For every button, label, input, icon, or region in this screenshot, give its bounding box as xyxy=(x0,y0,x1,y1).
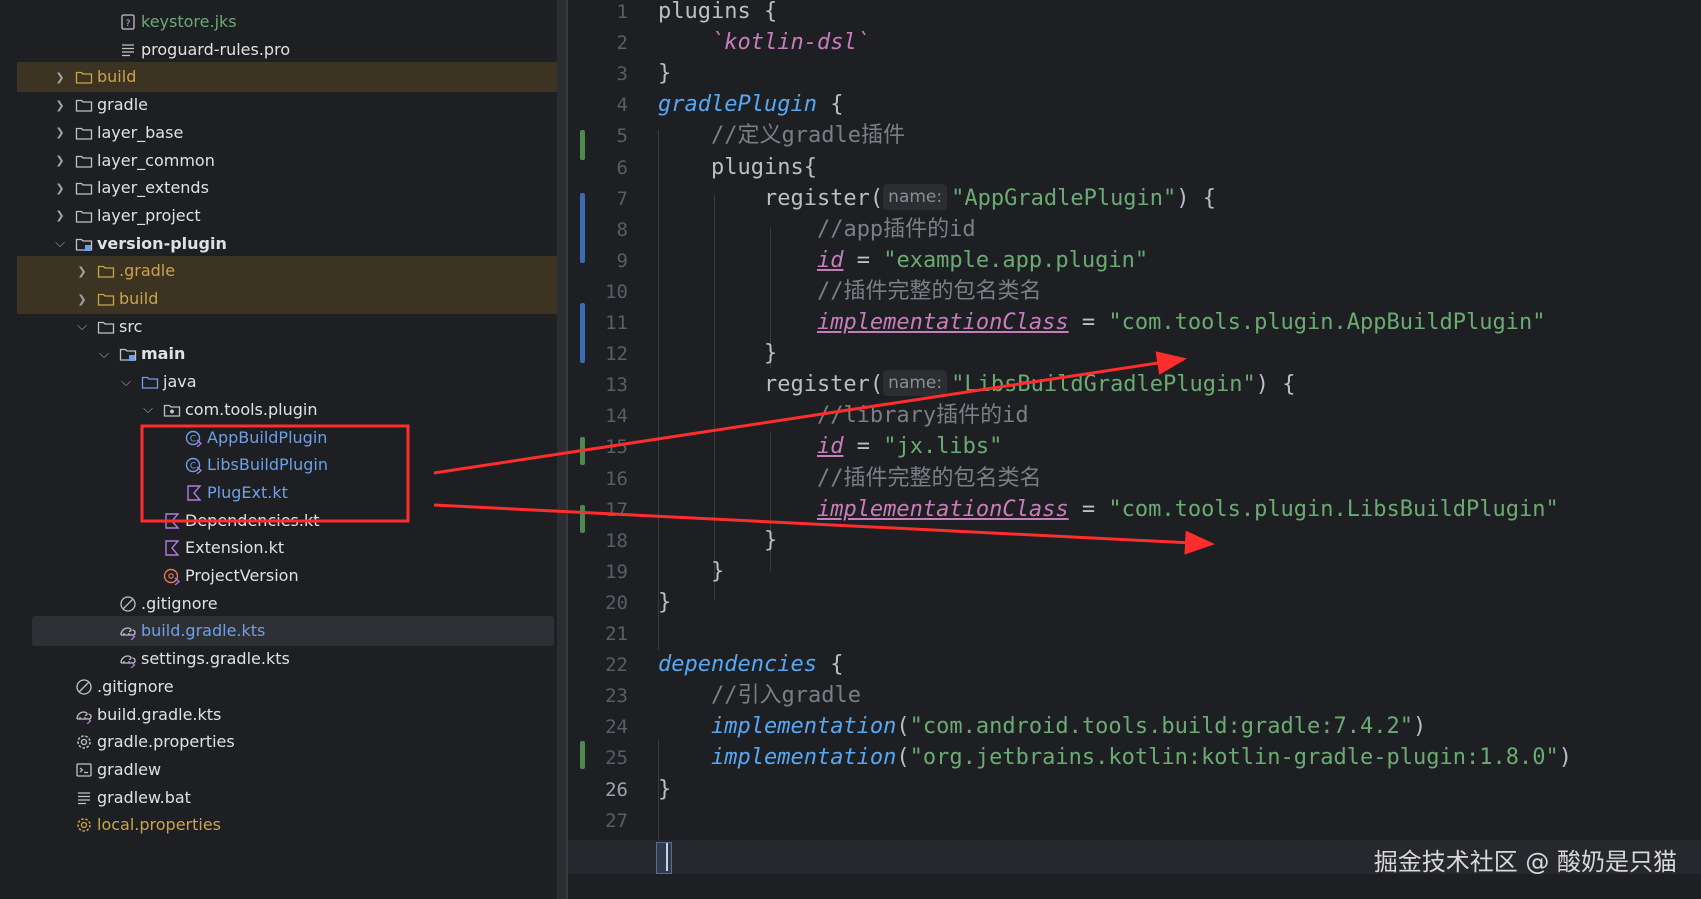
arrow-to-libsbuildplugin xyxy=(433,503,1215,555)
annotation-layer xyxy=(140,351,1215,555)
highlight-box xyxy=(140,424,410,523)
arrow-to-appbuildplugin xyxy=(433,351,1187,475)
